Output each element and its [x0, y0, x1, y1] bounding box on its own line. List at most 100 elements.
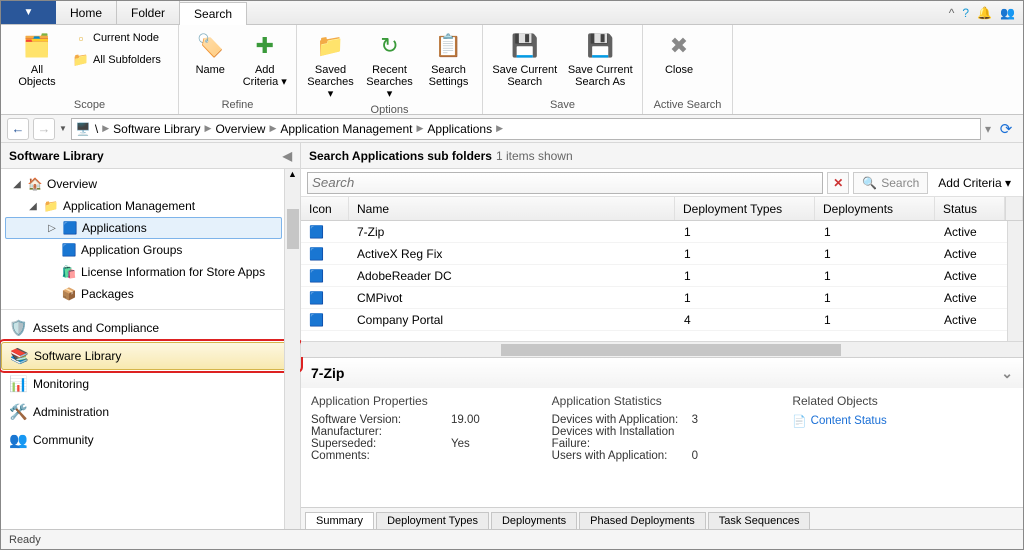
hscroll-thumb[interactable]: [501, 344, 841, 356]
tree-label: Packages: [81, 287, 134, 301]
detail-tabs: SummaryDeployment TypesDeploymentsPhased…: [301, 507, 1023, 529]
subfolders-icon: 📁: [73, 52, 89, 68]
col-deployments[interactable]: Deployments: [815, 197, 935, 220]
help-icon[interactable]: ?: [962, 6, 969, 20]
row-status: Active: [936, 247, 1006, 261]
add-criteria-button[interactable]: ✚ Add Criteria ▾: [240, 28, 291, 88]
recent-searches-button[interactable]: ↻ Recent Searches ▾: [362, 28, 417, 100]
all-subfolders-button[interactable]: 📁All Subfolders: [71, 50, 163, 70]
results-grid: Icon Name Deployment Types Deployments S…: [301, 197, 1023, 357]
tree-node-applications[interactable]: ▷🟦Applications: [5, 217, 282, 239]
table-row[interactable]: 🟦ActiveX Reg Fix11Active: [301, 243, 1023, 265]
col-deployment-types[interactable]: Deployment Types: [675, 197, 815, 220]
save-current-search-as-button[interactable]: 💾 Save Current Search As: [565, 28, 637, 88]
workspace-assets[interactable]: 🛡️Assets and Compliance: [1, 314, 300, 342]
clear-search-button[interactable]: ✕: [827, 172, 849, 194]
add-criteria-icon: ✚: [249, 30, 281, 62]
tab-search[interactable]: Search: [180, 2, 247, 25]
tree-node-license-info[interactable]: 🛍️License Information for Store Apps: [5, 261, 282, 283]
admin-icon: 🛠️: [9, 403, 27, 421]
table-row[interactable]: 🟦CMPivot11Active: [301, 287, 1023, 309]
all-objects-button[interactable]: 🗂️ All Objects: [7, 28, 67, 88]
expander-icon[interactable]: ▷: [46, 223, 58, 234]
expander-icon[interactable]: ◢: [11, 179, 23, 190]
search-settings-label: Search Settings: [429, 64, 469, 88]
breadcrumb-bar: ← → ▼ 🖥️ \ ▶ Software Library ▶ Overview…: [1, 115, 1023, 143]
save-current-search-button[interactable]: 💾 Save Current Search: [489, 28, 561, 88]
tree-node-overview[interactable]: ◢🏠Overview: [5, 173, 282, 195]
breadcrumb[interactable]: 🖥️ \ ▶ Software Library ▶ Overview ▶ App…: [71, 118, 981, 140]
table-row[interactable]: 🟦AdobeReader DC11Active: [301, 265, 1023, 287]
breadcrumb-dropdown[interactable]: ▾: [985, 122, 991, 136]
users-key: Users with Application:: [552, 450, 692, 462]
expander-icon[interactable]: ◢: [27, 201, 39, 212]
grid-vscrollbar[interactable]: [1007, 221, 1023, 341]
breadcrumb-item[interactable]: Application Management: [280, 122, 412, 136]
monitoring-icon: 📊: [9, 375, 27, 393]
col-status[interactable]: Status: [935, 197, 1005, 220]
col-name[interactable]: Name: [349, 197, 675, 220]
refresh-button[interactable]: ⟳: [995, 118, 1017, 140]
row-icon: 🟦: [301, 225, 349, 239]
dev-inst-key: Devices with Installation: [552, 426, 692, 438]
content-status-link[interactable]: 📄Content Status: [792, 414, 1013, 428]
add-criteria-dropdown[interactable]: Add Criteria ▾: [932, 176, 1017, 190]
close-search-button[interactable]: ✖ Close: [649, 28, 709, 76]
detail-col-stats: Application Statistics Devices with Appl…: [552, 394, 773, 501]
quick-access-bar[interactable]: ▼: [1, 1, 56, 24]
search-button-label: Search: [881, 176, 919, 190]
main-area: Software Library ◀ ◢🏠Overview ◢📁Applicat…: [1, 143, 1023, 529]
workspace-administration[interactable]: 🛠️ Administration: [1, 398, 300, 426]
tree-node-packages[interactable]: 📦Packages: [5, 283, 282, 305]
workspace-community[interactable]: 👥Community: [1, 426, 300, 454]
tree-label: Application Management: [63, 199, 195, 213]
chevron-right-icon: ▶: [416, 123, 423, 134]
search-input[interactable]: [307, 172, 823, 194]
minimize-ribbon-icon[interactable]: ^: [949, 6, 955, 20]
scroll-up-icon[interactable]: ▲: [288, 169, 297, 179]
scope-group-label: Scope: [1, 98, 178, 114]
detail-tab[interactable]: Phased Deployments: [579, 512, 706, 529]
breadcrumb-item[interactable]: Overview: [215, 122, 265, 136]
row-status: Active: [936, 313, 1006, 327]
superseded-key: Superseded:: [311, 438, 451, 450]
tree-node-app-mgmt[interactable]: ◢📁Application Management: [5, 195, 282, 217]
row-status: Active: [936, 291, 1006, 305]
tab-folder[interactable]: Folder: [117, 1, 180, 24]
breadcrumb-item[interactable]: Applications: [427, 122, 492, 136]
status-text: Ready: [9, 534, 41, 546]
collapse-detail-icon[interactable]: ⌄: [1001, 365, 1013, 382]
detail-tab[interactable]: Task Sequences: [708, 512, 811, 529]
nav-back-button[interactable]: ←: [7, 118, 29, 140]
tab-home[interactable]: Home: [56, 1, 117, 24]
tree-node-app-groups[interactable]: 🟦Application Groups: [5, 239, 282, 261]
bell-icon[interactable]: 🔔: [977, 6, 992, 20]
app-props-heading: Application Properties: [311, 394, 532, 408]
row-deployment-types: 1: [676, 225, 816, 239]
left-scrollbar[interactable]: ▲: [284, 169, 300, 529]
saved-searches-button[interactable]: 📁 Saved Searches ▾: [303, 28, 358, 100]
scroll-thumb[interactable]: [287, 209, 299, 249]
breadcrumb-item[interactable]: Software Library: [113, 122, 200, 136]
workspace-label: Administration: [33, 405, 109, 419]
collapse-left-icon[interactable]: ◀: [283, 149, 292, 163]
name-button[interactable]: 🏷️ Name: [185, 28, 236, 76]
tree-label: Application Groups: [81, 243, 182, 257]
workspace-software-library[interactable]: 📚Software Library: [1, 342, 300, 370]
add-criteria-label: Add Criteria ▾: [243, 64, 287, 88]
search-button[interactable]: 🔍Search: [853, 172, 928, 194]
people-icon[interactable]: 👥: [1000, 6, 1015, 20]
content-status-icon: 📄: [792, 414, 806, 428]
table-row[interactable]: 🟦Company Portal41Active: [301, 309, 1023, 331]
nav-forward-button[interactable]: →: [33, 118, 55, 140]
workspace-monitoring[interactable]: 📊Monitoring: [1, 370, 300, 398]
search-settings-button[interactable]: 📋 Search Settings: [421, 28, 476, 88]
detail-tab[interactable]: Summary: [305, 512, 374, 529]
col-icon[interactable]: Icon: [301, 197, 349, 220]
current-node-button[interactable]: ▫Current Node: [71, 28, 163, 48]
detail-tab[interactable]: Deployment Types: [376, 512, 489, 529]
table-row[interactable]: 🟦7-Zip11Active: [301, 221, 1023, 243]
detail-tab[interactable]: Deployments: [491, 512, 577, 529]
grid-hscrollbar[interactable]: [301, 341, 1023, 357]
nav-history-dropdown[interactable]: ▼: [59, 124, 67, 133]
